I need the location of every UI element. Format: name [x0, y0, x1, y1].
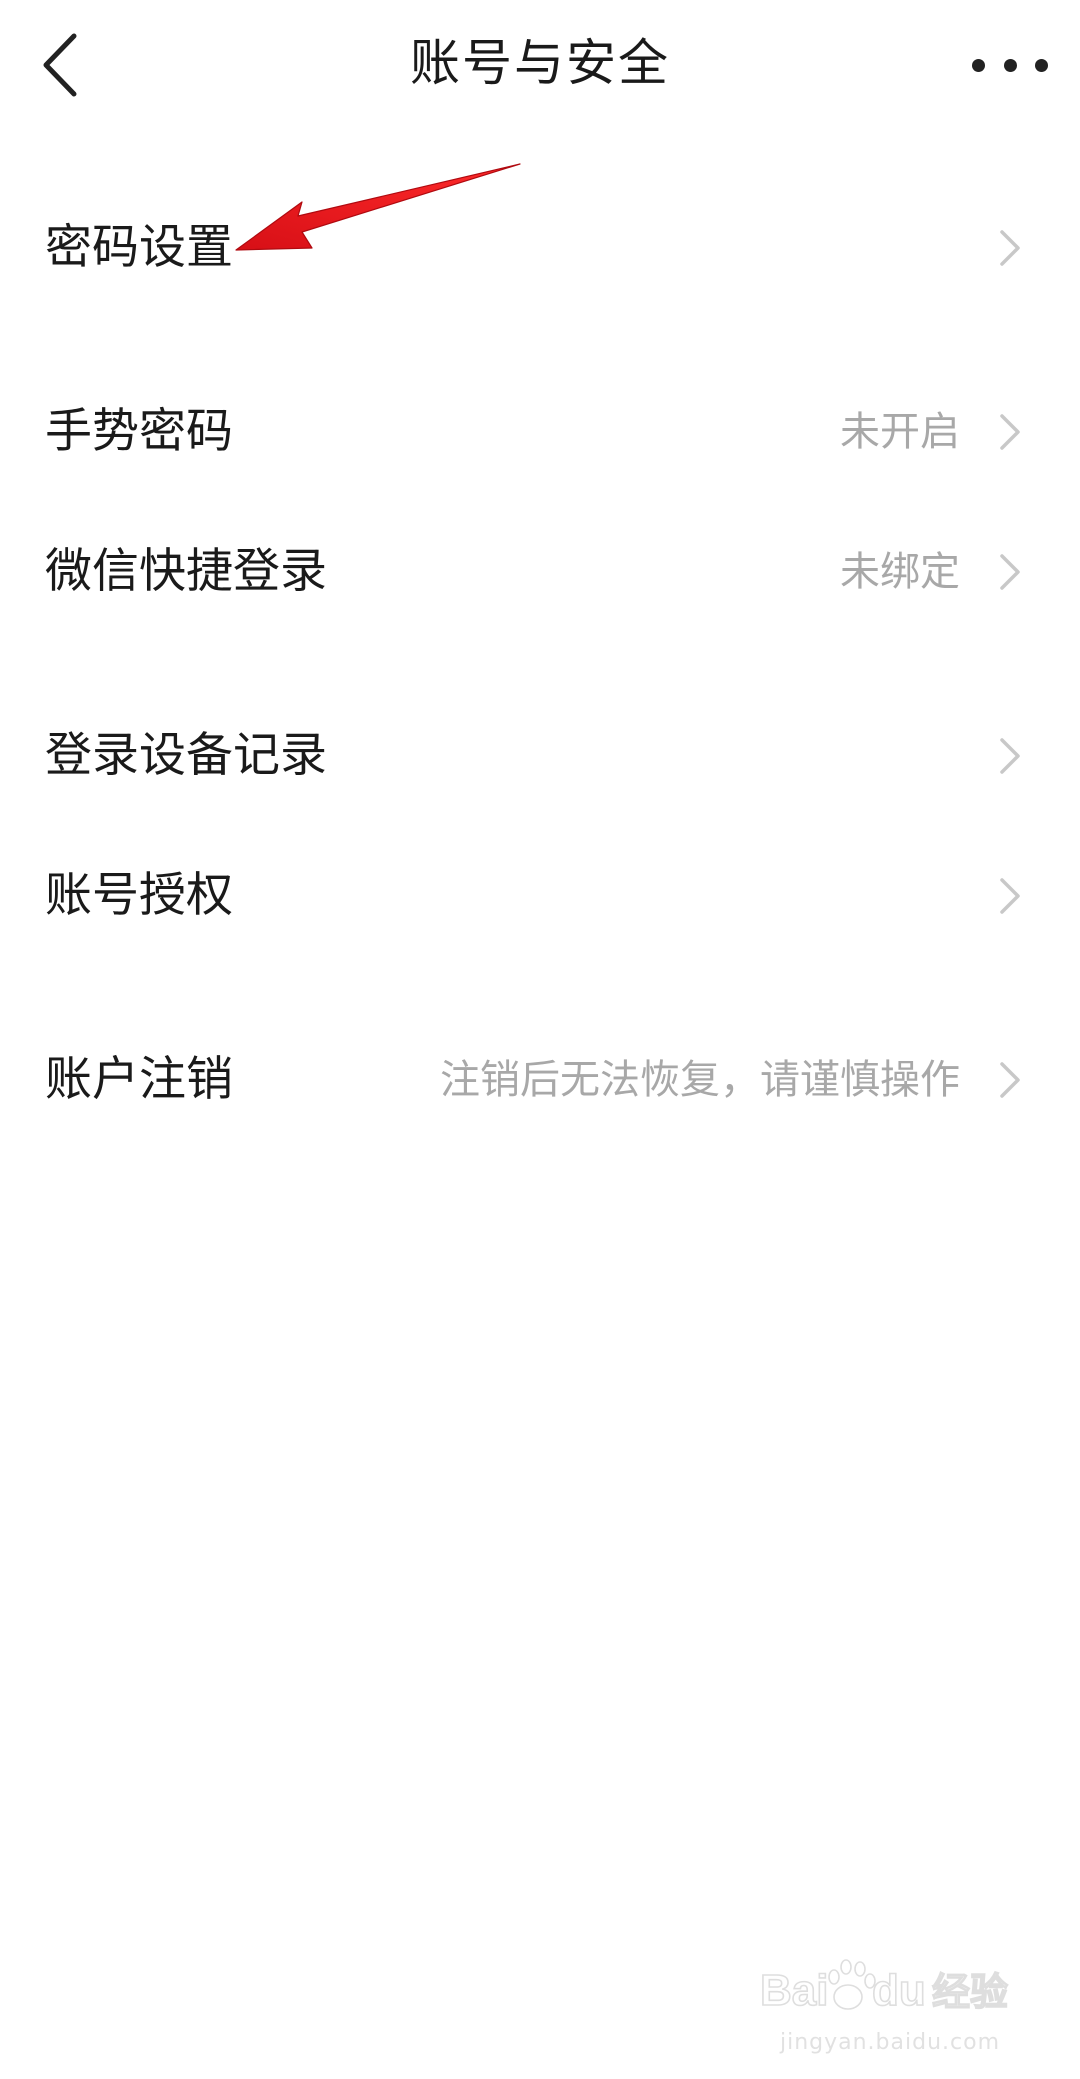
password-settings-item[interactable]: 密码设置: [0, 188, 1080, 308]
list-item-label: 手势密码: [45, 404, 233, 459]
svg-text:经验: 经验: [932, 1970, 1008, 2014]
baidu-jingyan-watermark: Bai du 经验 jingyan.baidu.com: [760, 1959, 1020, 2059]
list-item-label: 账号授权: [45, 868, 233, 923]
account-authorization-item[interactable]: 账号授权: [0, 836, 1080, 956]
account-cancellation-item[interactable]: 账户注销 注销后无法恢复，请谨慎操作: [0, 1020, 1080, 1140]
page-title: 账号与安全: [410, 34, 670, 92]
chevron-right-icon: [1000, 878, 1020, 914]
svg-text:Bai: Bai: [760, 1966, 828, 2015]
list-item-label: 微信快捷登录: [45, 544, 327, 599]
more-horizontal-icon: [972, 58, 985, 72]
list-item-status: 未绑定: [840, 549, 960, 595]
list-item-label: 账户注销: [45, 1052, 233, 1107]
chevron-right-icon: [1000, 1062, 1020, 1098]
chevron-right-icon: [1000, 738, 1020, 774]
top-navigation-bar: 账号与安全: [0, 0, 1080, 130]
baidu-paw-logo-icon: Bai du 经验: [760, 1959, 1009, 2016]
watermark-url: jingyan.baidu.com: [779, 2030, 1001, 2055]
chevron-right-icon: [1000, 554, 1020, 590]
list-item-warning: 注销后无法恢复，请谨慎操作: [440, 1057, 960, 1103]
more-options-button[interactable]: [960, 30, 1060, 100]
wechat-quick-login-item[interactable]: 微信快捷登录 未绑定: [0, 512, 1080, 632]
svg-text:du: du: [872, 1966, 926, 2015]
chevron-right-icon: [1000, 230, 1020, 266]
gesture-password-item[interactable]: 手势密码 未开启: [0, 372, 1080, 492]
login-device-records-item[interactable]: 登录设备记录: [0, 696, 1080, 816]
more-dot: [1003, 58, 1017, 72]
list-item-label: 密码设置: [45, 220, 233, 275]
more-dot: [1035, 58, 1048, 72]
list-item-status: 未开启: [840, 409, 960, 455]
list-item-label: 登录设备记录: [45, 728, 327, 783]
chevron-right-icon: [1000, 414, 1020, 450]
